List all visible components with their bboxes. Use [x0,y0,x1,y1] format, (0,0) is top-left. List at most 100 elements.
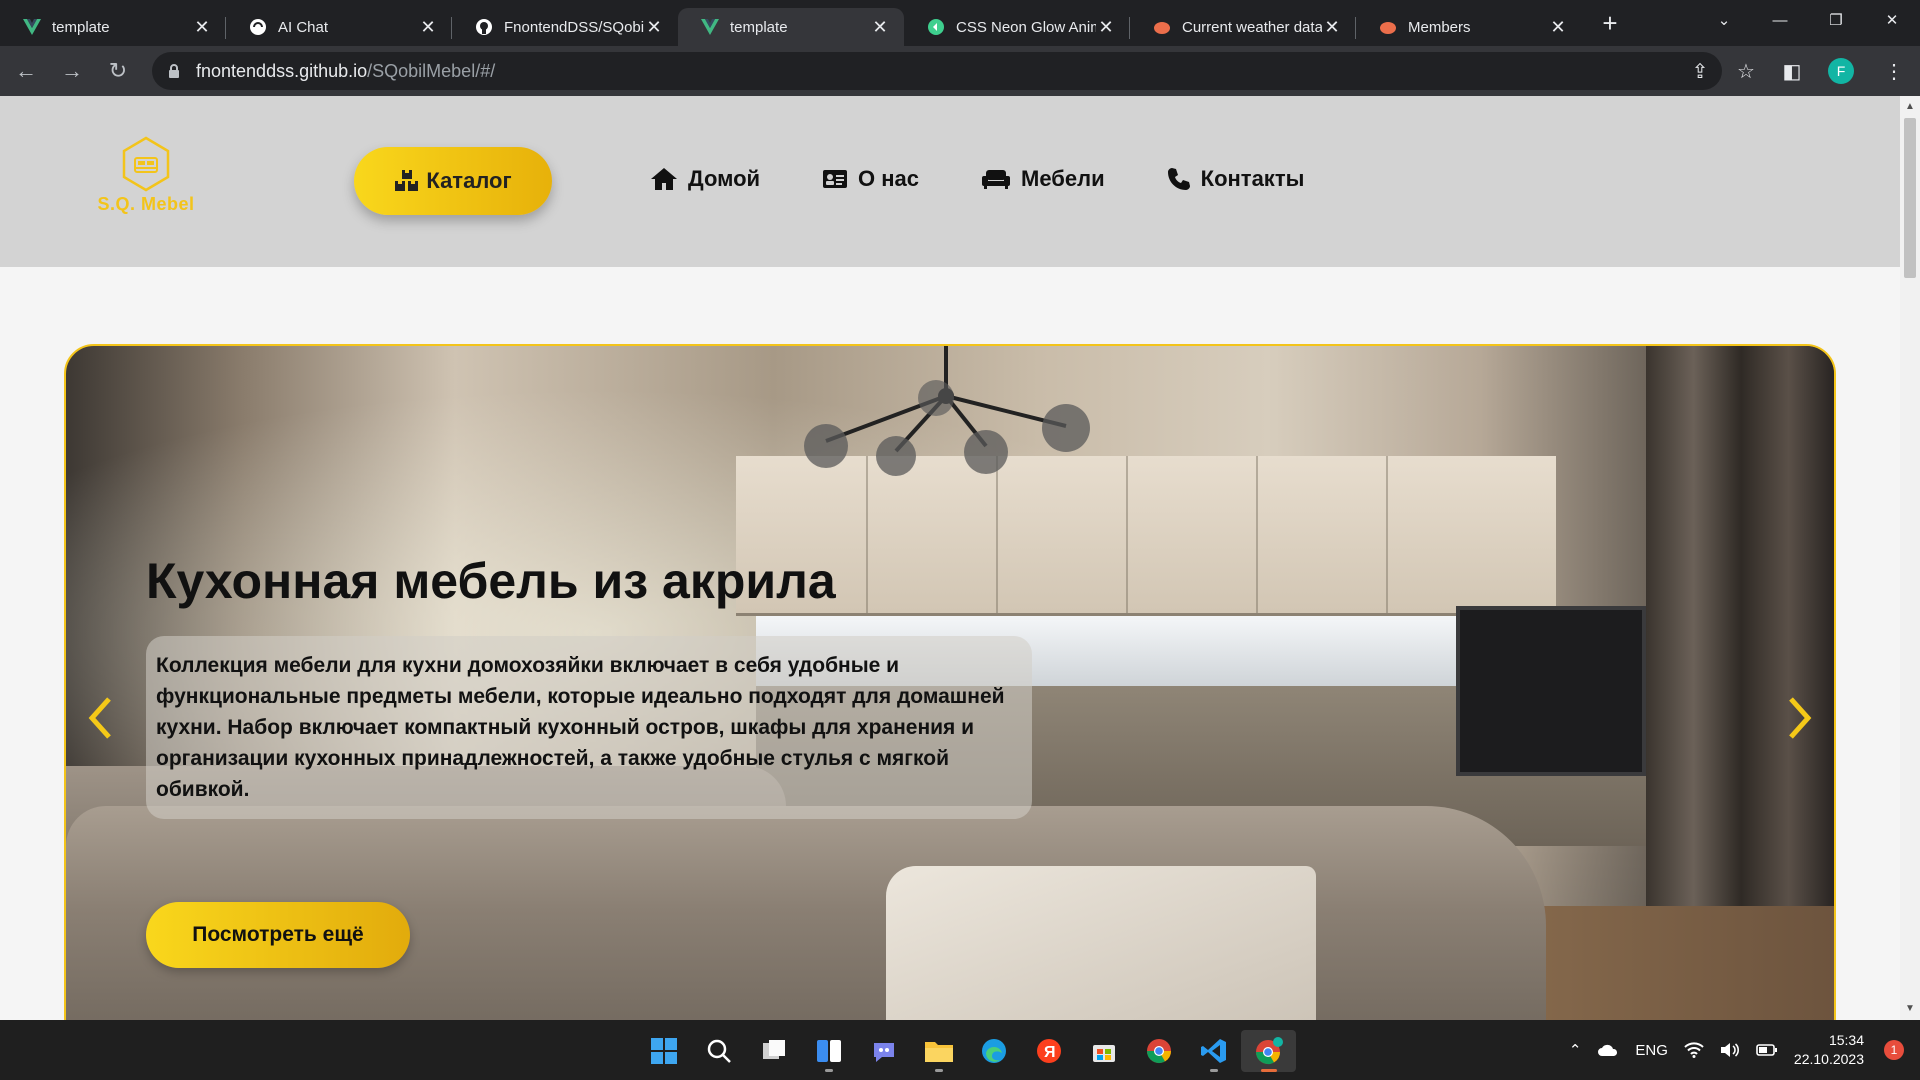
tab-title: template [730,18,788,36]
slider-prev-arrow-icon[interactable] [80,692,120,744]
scroll-up-icon[interactable]: ▲ [1900,98,1920,116]
svg-text:Я: Я [1044,1044,1056,1061]
restore-icon[interactable]: ❐ [1808,0,1864,40]
tab-close-icon[interactable]: ✕ [870,17,890,38]
hero-slider: Кухонная мебель из акрила Коллекция мебе… [64,344,1836,1020]
bed-hexagon-icon [122,136,170,192]
address-bar[interactable]: fnontenddss.github.io/SQobilMebel/#/ [152,52,1722,90]
hero-cabinet-seam [996,456,998,613]
volume-icon[interactable] [1720,1042,1740,1058]
chrome-icon[interactable] [1131,1030,1186,1072]
nav-home[interactable]: Домой [650,166,760,192]
browser-tab[interactable]: CSS Neon Glow Anim ✕ [904,8,1130,46]
tab-close-icon[interactable]: ✕ [644,17,664,38]
browser-tab[interactable]: AI Chat ✕ [226,8,452,46]
browser-tab[interactable]: FnontendDSS/SQobil ✕ [452,8,678,46]
browser-tab[interactable]: Current weather data ✕ [1130,8,1356,46]
vue-icon [700,17,720,37]
taskbar-apps: Я [636,1030,1296,1072]
battery-icon[interactable] [1756,1043,1778,1057]
lock-icon [169,64,179,78]
search-icon[interactable] [691,1030,746,1072]
nav-about[interactable]: О нас [822,166,919,192]
tab-close-icon[interactable]: ✕ [192,17,212,38]
vue-icon [22,17,42,37]
tab-close-icon[interactable]: ✕ [418,17,438,38]
tab-title: CSS Neon Glow Anim [956,18,1096,36]
new-tab-button[interactable]: + [1592,5,1628,41]
chrome-profile-icon[interactable] [1241,1030,1296,1072]
menu-kebab-icon[interactable]: ⋮ [1874,51,1914,91]
language-indicator[interactable]: ENG [1635,1042,1668,1059]
site-logo[interactable]: S.Q. Mebel [96,136,196,215]
nav-label: Домой [688,166,761,191]
profile-avatar[interactable]: F [1828,58,1854,84]
clock-time: 15:34 [1828,1032,1864,1048]
url-host: fnontenddss.github.io [196,60,368,81]
tab-close-icon[interactable]: ✕ [1548,17,1568,38]
minimize-icon[interactable]: — [1752,0,1808,40]
widgets-icon[interactable] [801,1030,856,1072]
hero-chandelier [804,346,1090,476]
id-card-icon [822,168,848,190]
catalog-label: Каталог [426,168,512,193]
scrollbar-thumb[interactable] [1904,118,1916,278]
close-window-icon[interactable]: ✕ [1864,0,1920,40]
web-page: S.Q. Mebel Каталог Домой О нас Мебели Ко… [0,96,1920,1020]
tab-title: AI Chat [278,18,329,36]
side-panel-icon[interactable]: ◧ [1772,51,1812,91]
edge-icon[interactable] [966,1030,1021,1072]
nav-furniture[interactable]: Мебели [981,166,1105,192]
boxes-icon [394,169,420,193]
nav-label: Контакты [1200,166,1305,191]
hero-description: Коллекция мебели для кухни домохозяйки в… [146,636,1032,819]
hero-cabinet-seam [1386,456,1388,613]
hero-kitchen-cabinets [736,456,1556,616]
hero-cabinet-seam [866,456,868,613]
hero-blanket [886,866,1316,1020]
wifi-icon[interactable] [1684,1042,1704,1058]
hero-oven [1456,606,1646,776]
chat-icon [248,17,268,37]
bookmark-star-icon[interactable]: ☆ [1726,51,1766,91]
share-icon[interactable]: ⇪ [1680,51,1720,91]
forward-icon[interactable]: → [52,51,92,91]
codepen-icon [926,17,946,37]
nav-contacts[interactable]: Контакты [1167,166,1305,192]
store-icon[interactable] [1076,1030,1131,1072]
windows-taskbar: Я ⌃ ENG 15:34 22.10.2023 1 [0,1020,1920,1080]
file-explorer-icon[interactable] [911,1030,966,1072]
scroll-down-icon[interactable]: ▼ [1900,1000,1920,1018]
system-tray: ⌃ ENG 15:34 22.10.2023 1 [1569,1020,1920,1080]
clock-date: 22.10.2023 [1793,1051,1864,1067]
show-hidden-icons-icon[interactable]: ⌃ [1569,1041,1582,1059]
yandex-icon[interactable]: Я [1021,1030,1076,1072]
running-indicator [935,1069,943,1072]
brand-name: S.Q. Mebel [97,194,195,214]
back-icon[interactable]: ← [6,51,46,91]
vscode-icon[interactable] [1186,1030,1241,1072]
task-view-icon[interactable] [746,1030,801,1072]
tab-search-icon[interactable]: ⌄ [1696,0,1752,40]
hero-cabinet-seam [1126,456,1128,613]
tab-title: Current weather data [1182,18,1322,36]
catalog-button[interactable]: Каталог [354,147,552,215]
site-header: S.Q. Mebel Каталог Домой О нас Мебели Ко… [0,96,1900,267]
windows-start-icon[interactable] [636,1030,691,1072]
tab-title: FnontendDSS/SQobil [504,18,644,36]
browser-tab[interactable]: Members ✕ [1356,8,1582,46]
toolbar-actions: ⇪ ☆ ◧ F ⋮ [1680,46,1920,96]
teams-chat-icon[interactable] [856,1030,911,1072]
tab-close-icon[interactable]: ✕ [1322,17,1342,38]
onedrive-icon[interactable] [1597,1043,1619,1057]
slider-next-arrow-icon[interactable] [1780,692,1820,744]
system-clock[interactable]: 15:34 22.10.2023 [1794,1031,1864,1069]
tab-close-icon[interactable]: ✕ [1096,17,1116,38]
url-path: /SQobilMebel/#/ [367,60,496,81]
browser-tab-active[interactable]: template ✕ [678,8,904,46]
reload-icon[interactable]: ↻ [98,51,138,91]
see-more-button[interactable]: Посмотреть ещё [146,902,410,968]
page-scrollbar[interactable]: ▲ ▼ [1900,96,1920,1020]
browser-tab[interactable]: template ✕ [0,8,226,46]
notification-badge[interactable]: 1 [1884,1040,1904,1060]
